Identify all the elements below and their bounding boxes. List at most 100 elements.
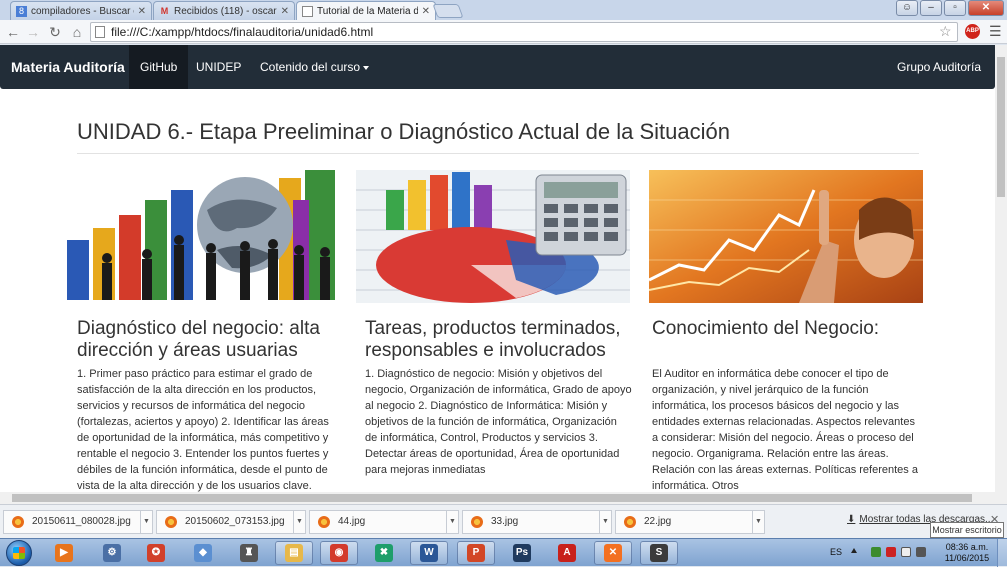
maximize-button[interactable]: ▫ [944,0,966,16]
image-file-icon [12,516,24,528]
show-desktop-button[interactable] [997,539,1007,567]
card-text-conocimiento: El Auditor en informática debe conocer e… [652,368,918,492]
chess-app-icon: ♜ [240,544,258,562]
language-indicator[interactable]: ES [830,547,842,557]
close-icon[interactable]: ✕ [138,6,146,17]
chevron-down-icon[interactable]: ▼ [293,511,305,533]
tab-label: Tutorial de la Materia de A [317,5,418,17]
chevron-down-icon[interactable]: ▼ [752,511,764,533]
chevron-down-icon[interactable]: ▼ [599,511,611,533]
download-filename: 22.jpg [644,516,672,527]
scroll-thumb[interactable] [997,57,1005,197]
sublime-icon: S [650,544,668,562]
chevron-up-icon[interactable] [851,548,857,553]
new-tab-button[interactable] [432,4,464,18]
windows-taskbar: ▶ ⚙ ✪ ◆ ♜ ▤ ◉ ✖ W P Ps A ✕ S ES 08:36 a.m. 11/06/2015 [0,538,1007,567]
clock[interactable]: 08:36 a.m. 11/06/2015 [942,542,992,564]
download-item[interactable]: 20150602_073153.jpg ▼ [156,510,306,534]
file-explorer-icon: ▤ [285,544,303,562]
window-controls: ☺ – ▫ ✕ [896,0,1004,16]
image-file-icon [165,516,177,528]
pie-chart-calculator-image [356,170,630,303]
taskbar-app-button[interactable]: ◆ [184,541,222,565]
image-file-icon [624,516,636,528]
scroll-thumb[interactable] [12,494,972,502]
start-button[interactable] [6,540,32,566]
chrome-icon: ◉ [330,544,348,562]
taskbar-app-button[interactable]: P [457,541,495,565]
menu-icon[interactable]: ☰ [989,23,1002,40]
download-arrow-icon: ⬇ [847,514,856,525]
business-globe-image [67,170,340,303]
xmind-icon: ✖ [375,544,393,562]
download-filename: 44.jpg [338,516,366,527]
minimize-button[interactable]: – [920,0,942,16]
download-item[interactable]: 20150611_080028.jpg ▼ [3,510,153,534]
volume-icon[interactable] [916,547,926,557]
taskbar-app-button[interactable]: Ps [503,541,541,565]
card-title-diagnostico: Diagnóstico del negocio: alta dirección … [77,318,320,361]
taskbar-app-button[interactable]: S [640,541,678,565]
xampp-icon: ✕ [604,544,622,562]
nav-github[interactable]: GitHub [129,45,189,89]
page-viewport: Materia Auditoría GitHub UNIDEP Cotenido… [0,45,995,492]
taskbar-app-button[interactable]: ♜ [230,541,268,565]
title-divider [77,153,919,154]
download-item[interactable]: 22.jpg ▼ [615,510,765,534]
acrobat-icon: A [558,544,576,562]
download-filename: 33.jpg [491,516,519,527]
chevron-down-icon[interactable]: ▼ [446,511,458,533]
nav-unidep[interactable]: UNIDEP [185,45,252,89]
chevron-down-icon[interactable]: ▼ [140,511,152,533]
show-desktop-tooltip: Mostrar escritorio [930,522,1004,538]
reload-icon[interactable]: ↻ [46,23,64,41]
adblock-icon[interactable]: ABP [965,24,980,39]
download-item[interactable]: 33.jpg ▼ [462,510,612,534]
nav-contenido-dropdown[interactable]: Cotenido del curso [249,45,380,89]
horizontal-scrollbar[interactable] [0,492,1007,504]
tab-tutorial[interactable]: Tutorial de la Materia de A ✕ [296,1,436,20]
close-icon[interactable]: ✕ [281,6,289,17]
card-text-diagnostico: 1. Primer paso práctico para estimar el … [77,368,329,492]
taskbar-app-button[interactable]: ✕ [594,541,632,565]
image-file-icon [471,516,483,528]
network-app-icon: ⚙ [103,544,121,562]
nav-contenido-label: Cotenido del curso [260,60,361,74]
nav-grupo-auditoria[interactable]: Grupo Auditoría [886,45,992,89]
pointing-chart-image [649,170,923,303]
page-icon [95,26,105,38]
vertical-scrollbar[interactable] [995,45,1007,492]
user-icon[interactable]: ☺ [896,0,918,16]
download-item[interactable]: 44.jpg ▼ [309,510,459,534]
taskbar-app-button[interactable]: ◉ [320,541,358,565]
close-icon[interactable]: ✕ [422,6,430,17]
back-arrow-icon[interactable]: ← [4,23,22,41]
address-bar[interactable]: file:///C:/xampp/htdocs/finalauditoria/u… [90,22,958,42]
close-window-button[interactable]: ✕ [968,0,1004,16]
taskbar-app-button[interactable]: W [410,541,448,565]
tab-gmail[interactable]: M Recibidos (118) - oscar.m ✕ [153,1,295,20]
media-player-icon: ▶ [55,544,73,562]
home-icon[interactable]: ⌂ [68,23,86,41]
powerpoint-icon: P [467,544,485,562]
gmail-icon: M [160,5,169,16]
download-filename: 20150611_080028.jpg [32,516,131,527]
site-brand[interactable]: Materia Auditoría [11,59,125,75]
network-icon[interactable] [871,547,881,557]
browser-toolbar: ← → ↻ ⌂ file:///C:/xampp/htdocs/finalaud… [0,20,1007,44]
taskbar-app-button[interactable]: ✪ [137,541,175,565]
security-icon[interactable] [886,547,896,557]
action-center-icon[interactable] [901,547,911,557]
forward-arrow-icon[interactable]: → [24,23,42,41]
taskbar-app-button[interactable]: A [548,541,586,565]
taskbar-app-button[interactable]: ⚙ [93,541,131,565]
tab-google-search[interactable]: 8 compiladores - Buscar co ✕ [10,1,152,20]
taskbar-app-button[interactable]: ▶ [45,541,83,565]
page-icon [302,5,313,17]
address-text: file:///C:/xampp/htdocs/finalauditoria/u… [111,25,374,39]
google-icon: 8 [16,5,27,17]
taskbar-app-button[interactable]: ✖ [365,541,403,565]
bookmark-star-icon[interactable]: ☆ [939,23,952,40]
taskbar-app-button[interactable]: ▤ [275,541,313,565]
clock-time: 08:36 a.m. [945,542,989,552]
